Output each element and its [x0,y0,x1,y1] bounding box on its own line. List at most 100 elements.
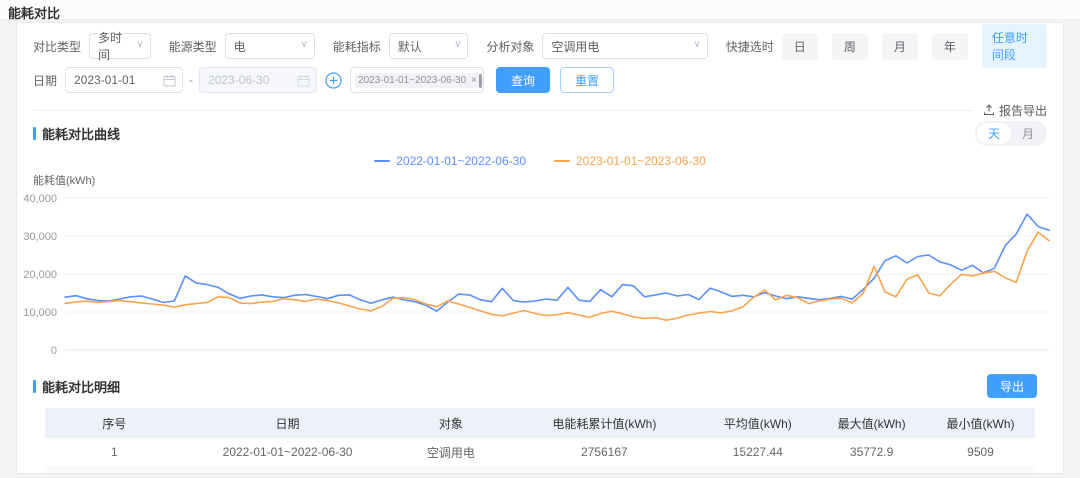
compare-type-select[interactable]: 多时间 ∨ [89,33,151,59]
energy-type-select[interactable]: 电 ∨ [225,33,315,59]
legend-label: 2022-01-01~2022-06-30 [396,154,526,168]
line-chart: 能耗值(kWh)010,00020,00030,00040,000 [17,172,1063,364]
table-cell: 35772.9 [817,445,926,459]
divider [33,110,973,111]
table-cell: 9509 [926,445,1035,459]
table-row: 22023-01-01~2023-06-30空调用电2436857.711346… [45,466,1035,474]
table-header-cell: 日期 [184,415,392,432]
chevron-down-icon: ∨ [454,39,461,50]
table-row: 12022-01-01~2022-06-30空调用电275616715227.4… [45,438,1035,466]
chevron-down-icon: ∨ [693,39,700,50]
end-date-value: 2023-06-30 [208,73,269,87]
table-cell: 2756167 [510,445,698,459]
end-date-input[interactable]: 2023-06-30 [199,67,317,93]
table-cell: 2022-01-01~2022-06-30 [184,445,392,459]
table-section-title-text: 能耗对比明细 [42,377,120,396]
svg-text:能耗值(kWh): 能耗值(kWh) [33,173,95,187]
main-panel: 对比类型 多时间 ∨ 能源类型 电 ∨ 能耗指标 默认 ∨ 分析对象 空调用电 … [16,22,1064,474]
report-export-link[interactable]: 报告导出 [983,102,1047,119]
compare-type-label: 对比类型 [33,38,81,55]
toggle-month-button[interactable]: 月 [1011,123,1045,144]
chart-canvas: 能耗值(kWh)010,00020,00030,00040,000 [17,172,1059,364]
table-cell: 15227.44 [698,445,817,459]
quick-time-buttons: 日周月年 [782,33,982,60]
table-cell: 7852.2 [926,473,1035,474]
table-section-title: 能耗对比明细 [33,377,120,396]
calendar-icon [297,74,310,87]
legend-label: 2023-01-01~2023-06-30 [576,154,706,168]
filter-row-1: 对比类型 多时间 ∨ 能源类型 电 ∨ 能耗指标 默认 ∨ 分析对象 空调用电 … [17,33,1063,59]
tag-box-scrollbar[interactable] [479,74,482,88]
date-label: 日期 [33,72,57,89]
chart-section-title: 能耗对比曲线 [33,124,120,143]
date-range-separator: - [189,73,193,87]
compare-type-value: 多时间 [98,29,130,63]
energy-type-label: 能源类型 [169,38,217,55]
any-time-range-button[interactable]: 任意时间段 [982,24,1047,68]
chart-section-title-text: 能耗对比曲线 [42,124,120,143]
detail-table: 序号日期对象电能耗累计值(kWh)平均值(kWh)最大值(kWh)最小值(kWh… [45,408,1035,474]
time-range-tag: 2023-01-01~2023-06-30 × [355,73,480,88]
quick-time-button[interactable]: 周 [832,33,868,60]
table-header-cell: 平均值(kWh) [698,415,817,432]
section-title-bar [33,127,36,140]
table-header-cell: 电能耗累计值(kWh) [510,415,698,432]
toggle-day-button[interactable]: 天 [977,123,1011,144]
filter-row-2: 日期 2023-01-01 - 2023-06-30 2023-01-01~20… [17,67,1063,93]
quick-time-button[interactable]: 年 [932,33,968,60]
granularity-toggle: 天 月 [975,121,1047,146]
table-cell: 2023-01-01~2023-06-30 [184,473,392,474]
page-title: 能耗对比 [8,6,60,21]
table-section-head: 能耗对比明细 导出 [17,374,1063,398]
circle-plus-icon [325,72,342,89]
svg-text:0: 0 [51,345,57,357]
table-header-cell: 对象 [391,415,510,432]
chart-legend: 2022-01-01~2022-06-30 2023-01-01~2023-06-… [17,154,1063,168]
quick-time-button[interactable]: 日 [782,33,818,60]
svg-text:10,000: 10,000 [23,307,57,319]
table-cell: 2436857.71 [510,473,698,474]
energy-indicator-label: 能耗指标 [333,38,381,55]
quick-time-label: 快捷选时 [726,38,774,55]
query-button[interactable]: 查询 [496,67,550,93]
analysis-object-select[interactable]: 空调用电 ∨ [542,33,707,59]
chevron-down-icon: ∨ [300,39,307,50]
analysis-object-value: 空调用电 [551,38,599,55]
reset-button[interactable]: 重置 [560,67,614,93]
calendar-icon [163,74,176,87]
legend-item[interactable]: 2022-01-01~2022-06-30 [374,154,526,168]
time-range-tag-box: 2023-01-01~2023-06-30 × [350,67,484,93]
analysis-object-label: 分析对象 [486,38,534,55]
table-cell: 空调用电 [391,472,510,475]
table-header-cell: 最大值(kWh) [817,415,926,432]
top-bar: 能耗对比 [0,0,1080,20]
energy-indicator-value: 默认 [398,38,422,55]
table-header-cell: 最小值(kWh) [926,415,1035,432]
chevron-down-icon: ∨ [136,39,143,50]
table-cell: 13463.3 [698,473,817,474]
report-export-label: 报告导出 [999,102,1047,119]
tag-close-icon[interactable]: × [471,75,477,86]
svg-text:30,000: 30,000 [23,231,57,243]
legend-marker [554,160,570,162]
upload-icon [983,104,995,116]
divider-row: 报告导出 [17,101,1063,119]
table-cell: 2 [45,473,184,474]
table-body: 12022-01-01~2022-06-30空调用电275616715227.4… [45,438,1035,474]
energy-type-value: 电 [234,38,246,55]
table-cell: 空调用电 [391,444,510,461]
table-cell: 31001.5 [817,473,926,474]
svg-text:40,000: 40,000 [23,193,57,205]
table-export-button[interactable]: 导出 [987,374,1037,398]
quick-time-button[interactable]: 月 [882,33,918,60]
section-title-bar [33,380,36,393]
energy-indicator-select[interactable]: 默认 ∨ [389,33,469,59]
start-date-value: 2023-01-01 [74,73,135,87]
time-range-tag-text: 2023-01-01~2023-06-30 [358,75,466,86]
start-date-input[interactable]: 2023-01-01 [65,67,183,93]
add-time-range-button[interactable] [325,72,342,89]
legend-marker [374,160,390,162]
legend-item[interactable]: 2023-01-01~2023-06-30 [554,154,706,168]
chart-section-head: 能耗对比曲线 天 月 [17,121,1063,146]
table-header-cell: 序号 [45,415,184,432]
